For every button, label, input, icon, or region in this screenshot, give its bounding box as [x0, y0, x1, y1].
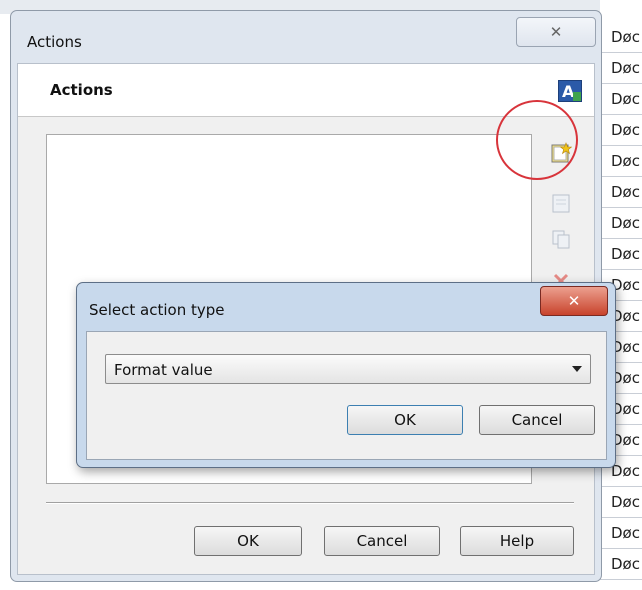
copy-action-button[interactable]	[546, 224, 576, 254]
cancel-button[interactable]: Cancel	[324, 526, 440, 556]
sheet-cell[interactable]: Døc	[600, 22, 642, 53]
action-type-select[interactable]: Format value	[105, 354, 591, 384]
sheet-cell[interactable]: Døc	[600, 53, 642, 84]
dialog-body: Format value OK Cancel	[86, 331, 607, 460]
sheet-cell[interactable]: Døc	[600, 177, 642, 208]
actions-section-header: Actions A	[18, 64, 594, 117]
actions-window-title: Actions	[27, 33, 82, 51]
sheet-cell[interactable]: Døc	[600, 487, 642, 518]
close-icon: ✕	[567, 292, 581, 310]
sheet-cell[interactable]: Døc	[600, 208, 642, 239]
dialog-title: Select action type	[89, 301, 225, 319]
edit-action-button[interactable]	[546, 188, 576, 218]
sheet-cell[interactable]: Døc	[600, 84, 642, 115]
actions-window-close-button[interactable]: ✕	[516, 17, 596, 47]
highlight-circle	[496, 100, 578, 180]
copy-action-icon	[552, 230, 570, 249]
dialog-close-button[interactable]: ✕	[540, 286, 608, 316]
font-icon[interactable]: A	[558, 80, 582, 102]
action-type-value: Format value	[114, 361, 213, 379]
sheet-cell[interactable]: Døc	[600, 146, 642, 177]
sheet-cell[interactable]: Døc	[600, 549, 642, 580]
help-button[interactable]: Help	[460, 526, 574, 556]
dialog-ok-button[interactable]: OK	[347, 405, 463, 435]
footer-separator	[46, 502, 574, 504]
chevron-down-icon	[572, 366, 582, 372]
sheet-cell[interactable]: Døc	[600, 239, 642, 270]
close-icon: ✕	[549, 23, 563, 41]
dialog-cancel-button[interactable]: Cancel	[479, 405, 595, 435]
sheet-cell[interactable]: Døc	[600, 518, 642, 549]
sheet-cell[interactable]: Døc	[600, 115, 642, 146]
select-action-type-dialog: Select action type ✕ Format value OK Can…	[76, 282, 616, 468]
edit-action-icon	[552, 194, 570, 213]
actions-section-title: Actions	[50, 81, 113, 99]
ok-button[interactable]: OK	[194, 526, 302, 556]
